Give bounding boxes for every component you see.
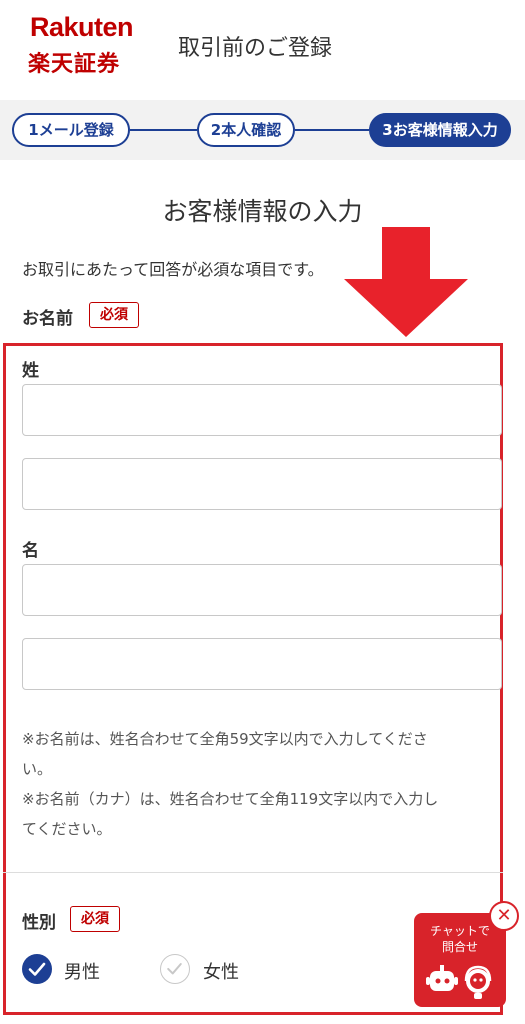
mei-label: 名 bbox=[22, 541, 39, 561]
chat-text-line: 問合せ bbox=[441, 940, 478, 954]
chat-close-icon[interactable]: ✕ bbox=[489, 901, 519, 931]
logo-wordmark: Rakuten bbox=[30, 12, 134, 42]
chat-robot-icon bbox=[426, 965, 492, 999]
gender-female-label[interactable]: 女性 bbox=[203, 958, 239, 984]
required-badge: 必須 bbox=[70, 906, 120, 932]
step-customer-info: 3お客様情報入力 bbox=[369, 113, 511, 147]
note-line: ※お名前は、姓名合わせて全角59文字以内で入力してくださ bbox=[22, 730, 428, 748]
logo-japanese: 楽天証券 bbox=[28, 52, 121, 77]
section-title: お客様情報の入力 bbox=[162, 197, 363, 226]
progress-steps: 1メール登録 2本人確認 3お客様情報入力 bbox=[0, 100, 525, 160]
name-label: お名前 bbox=[22, 309, 73, 329]
step-identity-verification: 2本人確認 bbox=[197, 113, 295, 147]
gender-male-radio[interactable] bbox=[22, 954, 52, 984]
check-icon bbox=[28, 962, 46, 976]
mei-kanji-input[interactable] bbox=[22, 564, 502, 616]
intro-text: お取引にあたって回答が必須な項目です。 bbox=[22, 260, 324, 279]
sei-kanji-input[interactable] bbox=[22, 384, 502, 436]
mei-kana-input[interactable] bbox=[22, 638, 502, 690]
chat-support-button[interactable]: チャットで 問合せ bbox=[414, 913, 506, 1007]
sei-label: 姓 bbox=[22, 361, 39, 381]
note-line: い。 bbox=[22, 760, 53, 778]
chat-text: チャットで 問合せ bbox=[414, 923, 506, 955]
step-email-registration: 1メール登録 bbox=[12, 113, 130, 147]
kana-length-note: ※お名前（カナ）は、姓名合わせて全角119文字以内で入力し てください。 bbox=[22, 784, 502, 844]
down-arrow-annotation bbox=[344, 227, 468, 337]
sei-kana-input[interactable] bbox=[22, 458, 502, 510]
note-line: ※お名前（カナ）は、姓名合わせて全角119文字以内で入力し bbox=[22, 790, 439, 808]
check-icon bbox=[167, 963, 182, 975]
required-badge: 必須 bbox=[89, 302, 139, 328]
step-connector bbox=[295, 129, 369, 131]
name-length-note: ※お名前は、姓名合わせて全角59文字以内で入力してくださ い。 bbox=[22, 724, 502, 784]
section-divider bbox=[3, 872, 503, 873]
gender-male-label[interactable]: 男性 bbox=[64, 958, 100, 984]
note-line: てください。 bbox=[22, 820, 112, 838]
rakuten-securities-logo[interactable]: Rakuten 楽天証券 bbox=[28, 12, 138, 77]
header: Rakuten 楽天証券 取引前のご登録 bbox=[0, 0, 525, 100]
gender-female-radio[interactable] bbox=[160, 954, 190, 984]
gender-label: 性別 bbox=[22, 913, 56, 933]
step-connector bbox=[130, 129, 197, 131]
page-title: 取引前のご登録 bbox=[178, 36, 333, 61]
